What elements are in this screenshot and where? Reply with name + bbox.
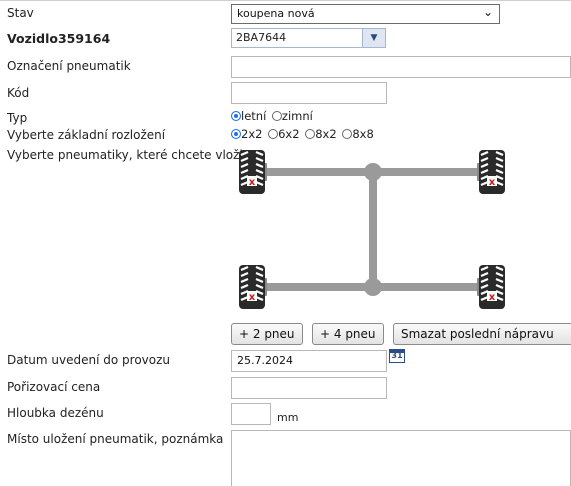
rozlozeni-option-6x2: 6x2 bbox=[278, 126, 300, 141]
misto-textarea[interactable] bbox=[231, 430, 571, 486]
add-4-tires-button[interactable]: + 4 pneu bbox=[312, 323, 384, 345]
typ-label: Typ bbox=[7, 111, 28, 125]
rozlozeni-radio-6x2[interactable] bbox=[268, 128, 279, 139]
tire-rear-right-icon[interactable] bbox=[477, 263, 507, 311]
rear-axle-joint bbox=[364, 278, 382, 296]
front-axle-joint bbox=[364, 163, 382, 181]
top-divider bbox=[0, 0, 571, 1]
tire-front-left-icon[interactable] bbox=[237, 148, 267, 196]
cena-input[interactable] bbox=[231, 377, 387, 399]
rozlozeni-option-8x2: 8x2 bbox=[315, 126, 337, 141]
chevron-down-icon: ⌄ bbox=[482, 5, 493, 19]
datum-input[interactable]: 25.7.2024 bbox=[231, 350, 387, 372]
rozlozeni-label: Vyberte základní rozložení bbox=[7, 128, 166, 142]
misto-label: Místo uložení pneumatik, poznámka bbox=[7, 432, 224, 446]
datum-label: Datum uvedení do provozu bbox=[7, 353, 171, 367]
rozlozeni-radio-8x8[interactable] bbox=[342, 128, 353, 139]
hloubka-unit: mm bbox=[277, 411, 299, 424]
rozlozeni-radio-2x2[interactable] bbox=[231, 128, 241, 139]
typ-radio-letni[interactable] bbox=[231, 110, 241, 121]
oznaceni-label: Označení pneumatik bbox=[7, 59, 131, 73]
oznaceni-input[interactable] bbox=[231, 56, 571, 78]
rozlozeni-option-8x8: 8x8 bbox=[352, 126, 374, 141]
typ-option-zimni: zimní bbox=[281, 108, 313, 123]
add-2-tires-button[interactable]: + 2 pneu bbox=[231, 323, 303, 345]
pneumatiky-label: Vyberte pneumatiky, které chcete vložit: bbox=[7, 148, 252, 162]
kod-label: Kód bbox=[7, 86, 30, 100]
cena-label: Pořizovací cena bbox=[7, 380, 101, 394]
dropdown-arrow-icon: ▼ bbox=[362, 29, 385, 47]
typ-radio-zimni[interactable] bbox=[271, 110, 282, 121]
vozidlo-select[interactable]: 2BA7644 ▼ bbox=[231, 28, 386, 48]
tire-rear-left-icon[interactable] bbox=[237, 263, 267, 311]
hloubka-input[interactable] bbox=[231, 403, 271, 425]
rozlozeni-option-2x2: 2x2 bbox=[241, 126, 263, 141]
stav-label: Stav bbox=[7, 6, 34, 20]
tire-front-right-icon[interactable] bbox=[477, 148, 507, 196]
hloubka-label: Hloubka dezénu bbox=[7, 406, 104, 420]
remove-last-axle-button[interactable]: Smazat poslední nápravu bbox=[393, 323, 571, 345]
driveshaft bbox=[369, 172, 377, 287]
calendar-icon[interactable]: 31 bbox=[389, 349, 405, 363]
stav-select[interactable]: koupena nová ⌄ bbox=[231, 4, 500, 24]
stav-select-value: koupena nová bbox=[237, 7, 315, 20]
kod-input[interactable] bbox=[231, 82, 387, 104]
axle-diagram: x bbox=[237, 148, 507, 311]
rozlozeni-radio-group: 2x2 6x2 8x2 8x8 bbox=[231, 126, 376, 141]
vozidlo-label: Vozidlo359164 bbox=[7, 31, 111, 46]
typ-option-letni: letní bbox=[241, 108, 267, 123]
rozlozeni-radio-8x2[interactable] bbox=[305, 128, 316, 139]
typ-radio-group: letní zimní bbox=[231, 108, 315, 123]
vozidlo-select-value: 2BA7644 bbox=[236, 31, 287, 44]
